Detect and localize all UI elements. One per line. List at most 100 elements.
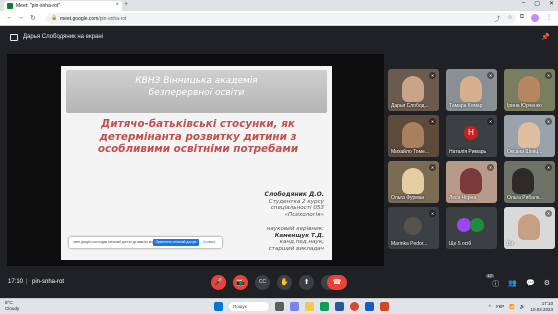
present-button[interactable]: ⬆ bbox=[299, 275, 314, 290]
mic-off-icon: ✕ bbox=[429, 164, 436, 171]
participant-name: Михайло Томе... bbox=[391, 149, 429, 155]
back-arrow-icon[interactable]: ← bbox=[6, 14, 13, 21]
participant-count-badge: 17 bbox=[485, 274, 494, 278]
tab-close-icon[interactable]: × bbox=[115, 2, 119, 8]
maximize-button[interactable]: ▢ bbox=[534, 0, 540, 7]
file-explorer-icon[interactable] bbox=[305, 302, 314, 311]
participant-video bbox=[460, 168, 482, 194]
info-icon[interactable]: ⓘ bbox=[492, 279, 499, 289]
reload-icon[interactable]: ↻ bbox=[30, 14, 36, 22]
participant-name: Ольга Фурман bbox=[391, 195, 425, 201]
participant-tile[interactable]: ✕ Оксана Шпиц... bbox=[504, 115, 555, 157]
clock-date: 10.02.2023 bbox=[530, 306, 553, 312]
end-call-button[interactable]: ☎ bbox=[327, 275, 347, 290]
system-tray: ^ УКР 📶 🔊 17:10 10.02.2023 bbox=[489, 301, 553, 312]
participant-tile[interactable]: ✕ Ольга Фурман bbox=[388, 161, 439, 203]
minimize-button[interactable]: – bbox=[522, 0, 525, 7]
star-icon[interactable]: ☆ bbox=[507, 14, 512, 23]
mic-off-icon: ✕ bbox=[545, 210, 552, 217]
participant-video bbox=[402, 76, 424, 102]
slide-author: Слободяник Д.О. Студентка 2 курсу спеціа… bbox=[265, 191, 324, 218]
participant-name: Дарья Слобод... bbox=[391, 103, 429, 109]
taskbar-apps: Пошук bbox=[214, 302, 389, 311]
author-line3: спеціальності 053 bbox=[270, 205, 324, 212]
participant-name: Marinka Pedor... bbox=[391, 241, 428, 247]
participant-name: Ірина Юрченко bbox=[507, 103, 542, 109]
participant-name: Наталія Римарь bbox=[449, 149, 487, 155]
presentation-slide: КВНЗ Вінницька академія безперервної осв… bbox=[61, 66, 332, 260]
mic-off-icon: ✕ bbox=[429, 210, 436, 217]
raise-hand-button[interactable]: ✋ bbox=[277, 275, 292, 290]
taskbar-search[interactable]: Пошук bbox=[229, 302, 269, 311]
edge-icon[interactable] bbox=[320, 302, 329, 311]
participant-video bbox=[518, 76, 540, 102]
browser-toolbar: ← → ↻ 🔒 meet.google.com/pin-snha-rot ⤴ ☆… bbox=[0, 11, 558, 26]
presenter-label: Дарья Слободяник на екрані bbox=[23, 34, 103, 40]
participant-tile[interactable]: ✕ Тамара Комар bbox=[446, 69, 497, 111]
toolbar-icons: ⤴ ☆ ⧉ ⋮ bbox=[494, 14, 552, 23]
captions-button[interactable]: CC bbox=[255, 275, 270, 290]
stop-sharing-button[interactable]: Припинити спільний доступ bbox=[153, 239, 199, 246]
profile-avatar[interactable] bbox=[531, 14, 539, 22]
extensions-icon[interactable]: ⧉ bbox=[520, 14, 524, 23]
supervisor-line3: канд.пед.наук, bbox=[279, 239, 324, 246]
forward-arrow-icon[interactable]: → bbox=[17, 14, 24, 21]
lock-icon: 🔒 bbox=[51, 15, 58, 21]
menu-dots-icon[interactable]: ⋮ bbox=[546, 14, 552, 23]
new-tab-button[interactable]: + bbox=[124, 1, 128, 8]
store-icon[interactable] bbox=[335, 302, 344, 311]
powerpoint-icon[interactable] bbox=[380, 302, 389, 311]
participant-tile[interactable]: ✕ Marinka Pedor... bbox=[388, 207, 439, 249]
chat-icon[interactable]: 💬 bbox=[526, 279, 535, 289]
hide-notice-button[interactable]: Сховати bbox=[203, 240, 215, 244]
share-icon[interactable]: ⤴ bbox=[494, 14, 500, 23]
institution-line1: КВНЗ Вінницька академія bbox=[135, 76, 258, 86]
mic-off-icon: ✕ bbox=[545, 118, 552, 125]
teams-icon[interactable] bbox=[290, 302, 299, 311]
participant-video bbox=[460, 76, 482, 102]
url-host: meet.google.com bbox=[60, 16, 99, 22]
participant-tile[interactable]: ✕ Ірина Юрченко bbox=[504, 69, 555, 111]
more-participants-tile[interactable]: Ще 5 осіб bbox=[446, 207, 497, 249]
presenter-banner: Дарья Слободяник на екрані 📌 bbox=[0, 27, 558, 49]
task-view-icon[interactable] bbox=[275, 302, 284, 311]
separator: | bbox=[26, 279, 28, 285]
participant-tile[interactable]: ✕ Михайло Томе... bbox=[388, 115, 439, 157]
language-indicator[interactable]: УКР bbox=[496, 304, 504, 309]
taskbar-clock[interactable]: 17:10 10.02.2023 bbox=[530, 301, 553, 312]
supervisor-line4: старший викладач bbox=[268, 245, 324, 252]
word-icon[interactable] bbox=[365, 302, 374, 311]
self-view-tile[interactable]: ✕ Ви bbox=[504, 207, 555, 249]
participant-tile[interactable]: ✕ Леся Чорна bbox=[446, 161, 497, 203]
slide-header: КВНЗ Вінницька академія безперервної осв… bbox=[66, 70, 327, 113]
author-line4: «Психологія» bbox=[284, 211, 324, 218]
institution-line2: безперервної освіти bbox=[148, 88, 245, 98]
camera-off-button[interactable]: 📷 bbox=[233, 275, 248, 290]
meet-favicon-icon bbox=[7, 3, 13, 9]
participant-tile[interactable]: ✕ Дарья Слобод... bbox=[388, 69, 439, 111]
volume-icon[interactable]: 🔊 bbox=[520, 304, 526, 310]
weather-widget[interactable]: 8°C Cloudy bbox=[5, 300, 19, 312]
wifi-icon[interactable]: 📶 bbox=[509, 304, 515, 310]
pin-icon[interactable]: 📌 bbox=[541, 33, 550, 41]
mic-off-button[interactable]: 🎤 bbox=[211, 275, 226, 290]
mic-off-icon: ✕ bbox=[487, 72, 494, 79]
address-bar[interactable]: 🔒 meet.google.com/pin-snha-rot bbox=[46, 13, 516, 24]
participant-video bbox=[402, 168, 424, 194]
participant-video bbox=[512, 168, 534, 194]
mic-off-icon: ✕ bbox=[487, 164, 494, 171]
shared-screen: КВНЗ Вінницька академія безперервної осв… bbox=[7, 54, 384, 266]
activities-icon[interactable]: ⚙ bbox=[544, 279, 550, 289]
mic-off-icon: ✕ bbox=[487, 118, 494, 125]
supervisor-label: науковий керівник: bbox=[266, 226, 324, 232]
tray-chevron-icon[interactable]: ^ bbox=[489, 304, 491, 309]
participant-tile[interactable]: ✕ Ольга Рибалк... bbox=[504, 161, 555, 203]
people-icon[interactable]: 👥 bbox=[508, 279, 517, 289]
participant-tile[interactable]: Н ✕ Наталія Римарь bbox=[446, 115, 497, 157]
browser-tab-meet[interactable]: Meet: "pin-snha-rot" × bbox=[4, 1, 122, 11]
close-window-button[interactable]: ✕ bbox=[549, 0, 554, 7]
present-screen-icon bbox=[10, 34, 18, 41]
chrome-icon[interactable] bbox=[350, 302, 359, 311]
start-icon[interactable] bbox=[214, 302, 223, 311]
supervisor-name: Каменщук Т.Д. bbox=[274, 232, 324, 239]
